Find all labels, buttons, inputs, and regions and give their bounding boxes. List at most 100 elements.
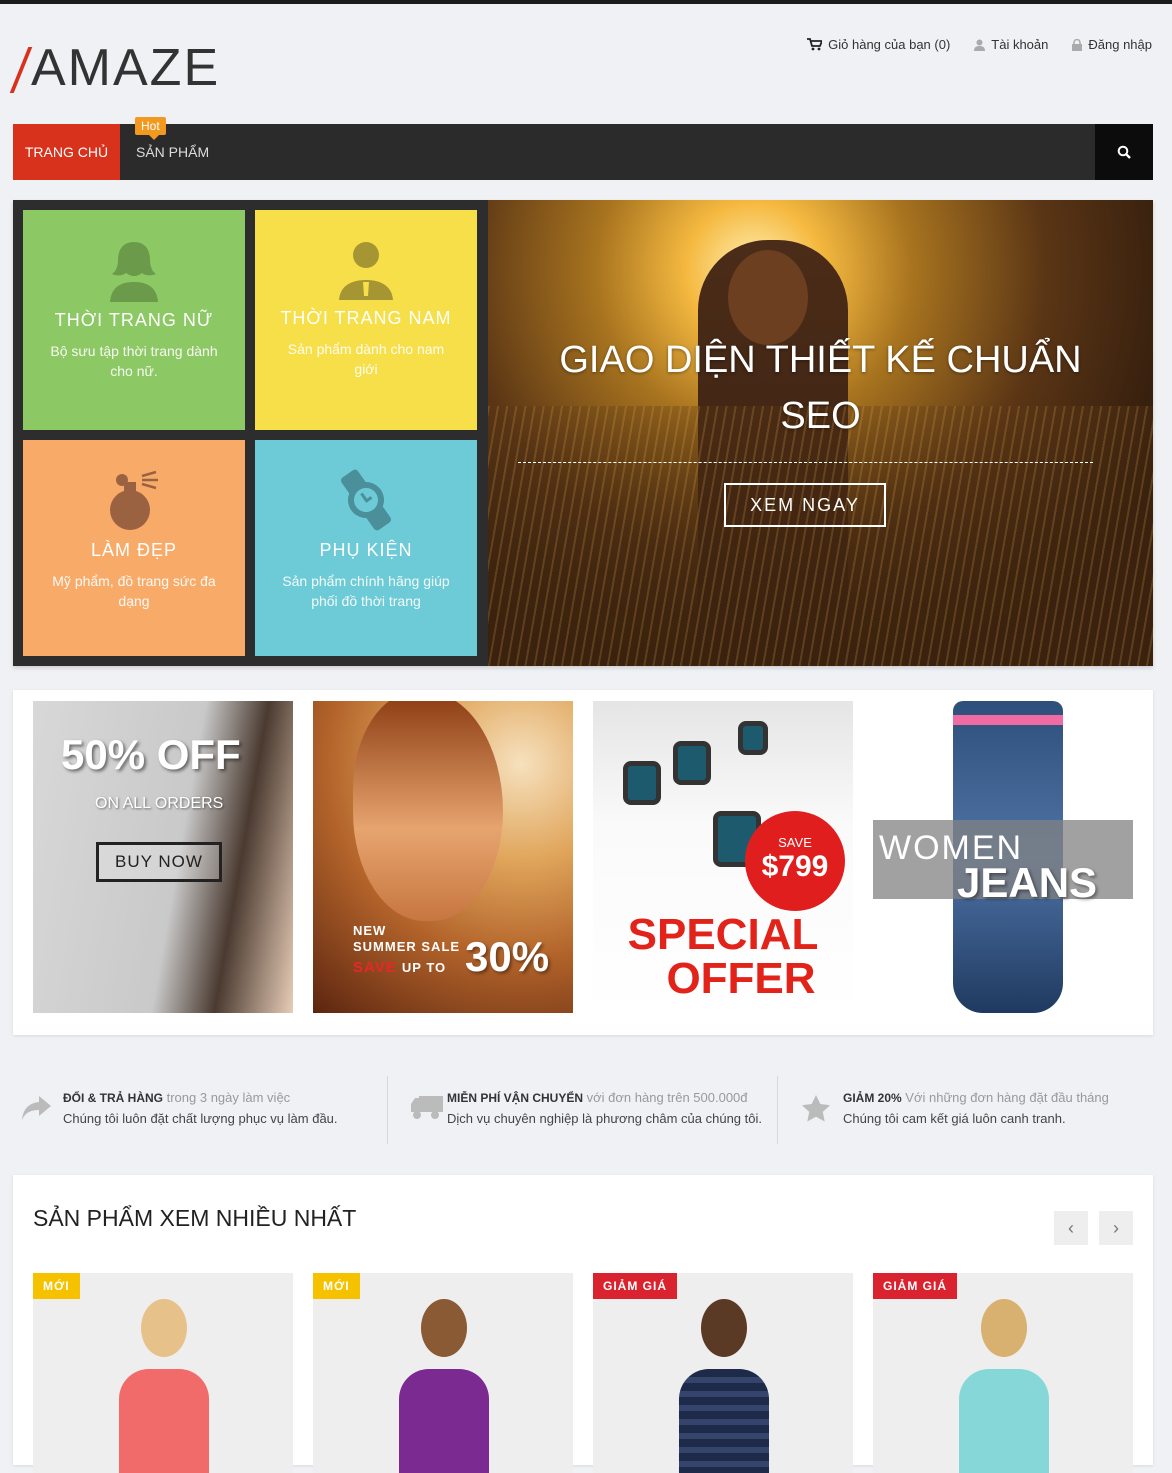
account-label: Tài khoản — [991, 37, 1049, 52]
feature-discount: GIẢM 20% Với những đơn hàng đặt đầu thán… — [793, 1076, 1172, 1144]
feature-bold: ĐỔI & TRẢ HÀNG — [63, 1091, 163, 1105]
product-tag: MỚI — [313, 1273, 360, 1299]
product-card[interactable]: GIẢM GIÁ — [873, 1273, 1133, 1473]
logo[interactable]: AMAZE — [13, 39, 220, 97]
category-title: LÀM ĐẸP — [90, 540, 178, 560]
special-offer-text: SPECIAL OFFER — [593, 913, 853, 1001]
save-word: SAVE — [353, 959, 397, 976]
main-nav: TRANG CHỦ SẢN PHẨM Hot — [13, 117, 1153, 180]
product-image — [959, 1299, 1049, 1473]
top-border — [0, 0, 1172, 4]
product-tag: MỚI — [33, 1273, 80, 1299]
slide-cta-button[interactable]: XEM NGAY — [724, 483, 886, 527]
cart-label: Giỏ hàng của bạn (0) — [828, 37, 951, 52]
banner-headline: 50% OFF — [61, 731, 241, 778]
product-card[interactable]: GIẢM GIÁ — [593, 1273, 853, 1473]
share-arrow-icon — [22, 1096, 51, 1120]
banner-special-offer[interactable]: SAVE $799 SPECIAL OFFER — [593, 701, 853, 1013]
feature-subline: Chúng tôi luôn đặt chất lượng phục vụ là… — [63, 1111, 338, 1126]
product-card[interactable]: MỚI — [313, 1273, 573, 1473]
feature-headline: GIẢM 20% Với những đơn hàng đặt đầu thán… — [843, 1090, 1109, 1105]
divider — [387, 1076, 388, 1144]
feature-shipping: MIỄN PHÍ VẬN CHUYỂN với đơn hàng trên 50… — [403, 1076, 783, 1144]
user-icon — [974, 39, 986, 51]
banner-line-save: SAVE UP TO — [353, 959, 446, 976]
watch-icon — [341, 469, 391, 531]
buy-now-button[interactable]: BUY NOW — [96, 842, 222, 882]
banner-line-summer: SUMMER SALE — [353, 939, 461, 954]
feature-rest: với đơn hàng trên 500.000đ — [583, 1090, 748, 1105]
model-dress — [119, 1369, 209, 1473]
product-card[interactable]: MỚI — [33, 1273, 293, 1473]
slide-photo-grass — [488, 406, 1153, 666]
category-desc: Sản phẩm dành cho nam giới — [287, 341, 445, 377]
model-dress — [959, 1369, 1049, 1473]
star-icon — [802, 1095, 830, 1122]
feature-strip: ĐỔI & TRẢ HÀNG trong 3 ngày làm việc Chú… — [13, 1076, 1153, 1144]
offer-line: OFFER — [666, 954, 816, 1003]
cart-link[interactable]: Giỏ hàng của bạn (0) — [807, 37, 950, 52]
feature-headline: MIỄN PHÍ VẬN CHUYỂN với đơn hàng trên 50… — [447, 1090, 748, 1105]
perfume-icon — [110, 470, 158, 530]
slide-divider — [518, 462, 1093, 463]
feature-returns: ĐỔI & TRẢ HÀNG trong 3 ngày làm việc Chú… — [13, 1076, 393, 1144]
category-desc: Bộ sưu tập thời trang dành cho nữ. — [50, 343, 218, 379]
carousel-prev-button[interactable]: ‹ — [1054, 1211, 1088, 1245]
jewel-shape — [673, 741, 711, 785]
woman-icon — [110, 242, 158, 302]
category-tile-accessories[interactable]: PHỤ KIỆN Sản phẩm chính hãng giúp phối đ… — [255, 440, 477, 656]
slide-photo-head — [728, 250, 808, 345]
category-title: THỜI TRANG NAM — [280, 308, 452, 328]
carousel-next-button[interactable]: › — [1099, 1211, 1133, 1245]
divider — [777, 1076, 778, 1144]
model-head — [141, 1299, 187, 1357]
nav-item-home[interactable]: TRANG CHỦ — [13, 124, 120, 180]
hero-slider[interactable]: GIAO DIỆN THIẾT KẾ CHUẨN SEO XEM NGAY — [488, 200, 1153, 666]
cart-icon — [807, 38, 823, 51]
feature-bold: MIỄN PHÍ VẬN CHUYỂN — [447, 1091, 584, 1105]
feature-rest: trong 3 ngày làm việc — [163, 1090, 291, 1105]
jewel-shape — [738, 721, 768, 755]
model-head — [981, 1299, 1027, 1357]
banner-percent: 30% — [465, 933, 550, 980]
category-title: THỜI TRANG NỮ — [54, 310, 214, 330]
category-title: PHỤ KIỆN — [319, 540, 413, 560]
feature-rest: Với những đơn hàng đặt đầu tháng — [901, 1090, 1109, 1105]
banner-jeans: JEANS — [957, 859, 1098, 906]
model-head — [701, 1299, 747, 1357]
promo-banners: 50% OFF ON ALL ORDERS BUY NOW NEW SUMMER… — [13, 690, 1153, 1035]
most-viewed-section: SẢN PHẨM XEM NHIỀU NHẤT ‹ › MỚI MỚI GIẢM… — [13, 1175, 1153, 1473]
login-label: Đăng nhập — [1088, 37, 1152, 52]
search-button[interactable] — [1095, 124, 1153, 180]
section-title: SẢN PHẨM XEM NHIỀU NHẤT — [33, 1205, 357, 1231]
search-icon — [1117, 145, 1131, 159]
special-line: SPECIAL — [627, 910, 819, 959]
feature-bold: GIẢM 20% — [843, 1091, 902, 1105]
product-image — [119, 1299, 209, 1473]
jewel-shape — [623, 761, 661, 805]
feature-subline: Dịch vụ chuyên nghiệp là phương châm của… — [447, 1111, 762, 1126]
model-head — [421, 1299, 467, 1357]
product-tag: GIẢM GIÁ — [593, 1273, 677, 1299]
truck-icon — [411, 1096, 443, 1119]
account-link[interactable]: Tài khoản — [974, 37, 1048, 52]
man-icon — [339, 242, 393, 300]
hero-section: THỜI TRANG NỮ Bộ sưu tập thời trang dành… — [13, 200, 1153, 666]
category-tile-beauty[interactable]: LÀM ĐẸP Mỹ phẩm, đồ trang sức đa dạng — [23, 440, 245, 656]
feature-headline: ĐỔI & TRẢ HÀNG trong 3 ngày làm việc — [63, 1090, 290, 1105]
price-badge: SAVE $799 — [745, 811, 845, 911]
banner-50-off[interactable]: 50% OFF ON ALL ORDERS BUY NOW — [33, 701, 293, 1013]
login-link[interactable]: Đăng nhập — [1072, 37, 1152, 52]
category-tile-women[interactable]: THỜI TRANG NỮ Bộ sưu tập thời trang dành… — [23, 210, 245, 430]
category-desc: Sản phẩm chính hãng giúp phối đồ thời tr… — [282, 573, 450, 609]
hot-badge: Hot — [135, 117, 166, 140]
up-to-word: UP TO — [401, 960, 447, 975]
banner-summer-sale[interactable]: NEW SUMMER SALE SAVE UP TO 30% — [313, 701, 573, 1013]
slide-heading: GIAO DIỆN THIẾT KẾ CHUẨN SEO — [559, 339, 1082, 437]
category-tile-men[interactable]: THỜI TRANG NAM Sản phẩm dành cho nam giớ… — [255, 210, 477, 430]
product-image — [679, 1299, 769, 1473]
model-dress — [399, 1369, 489, 1473]
banner-women-jeans[interactable]: WOMEN JEANS — [873, 701, 1133, 1013]
price-badge-amount: $799 — [761, 850, 829, 883]
feature-subline: Chúng tôi cam kết giá luôn canh tranh. — [843, 1111, 1066, 1126]
